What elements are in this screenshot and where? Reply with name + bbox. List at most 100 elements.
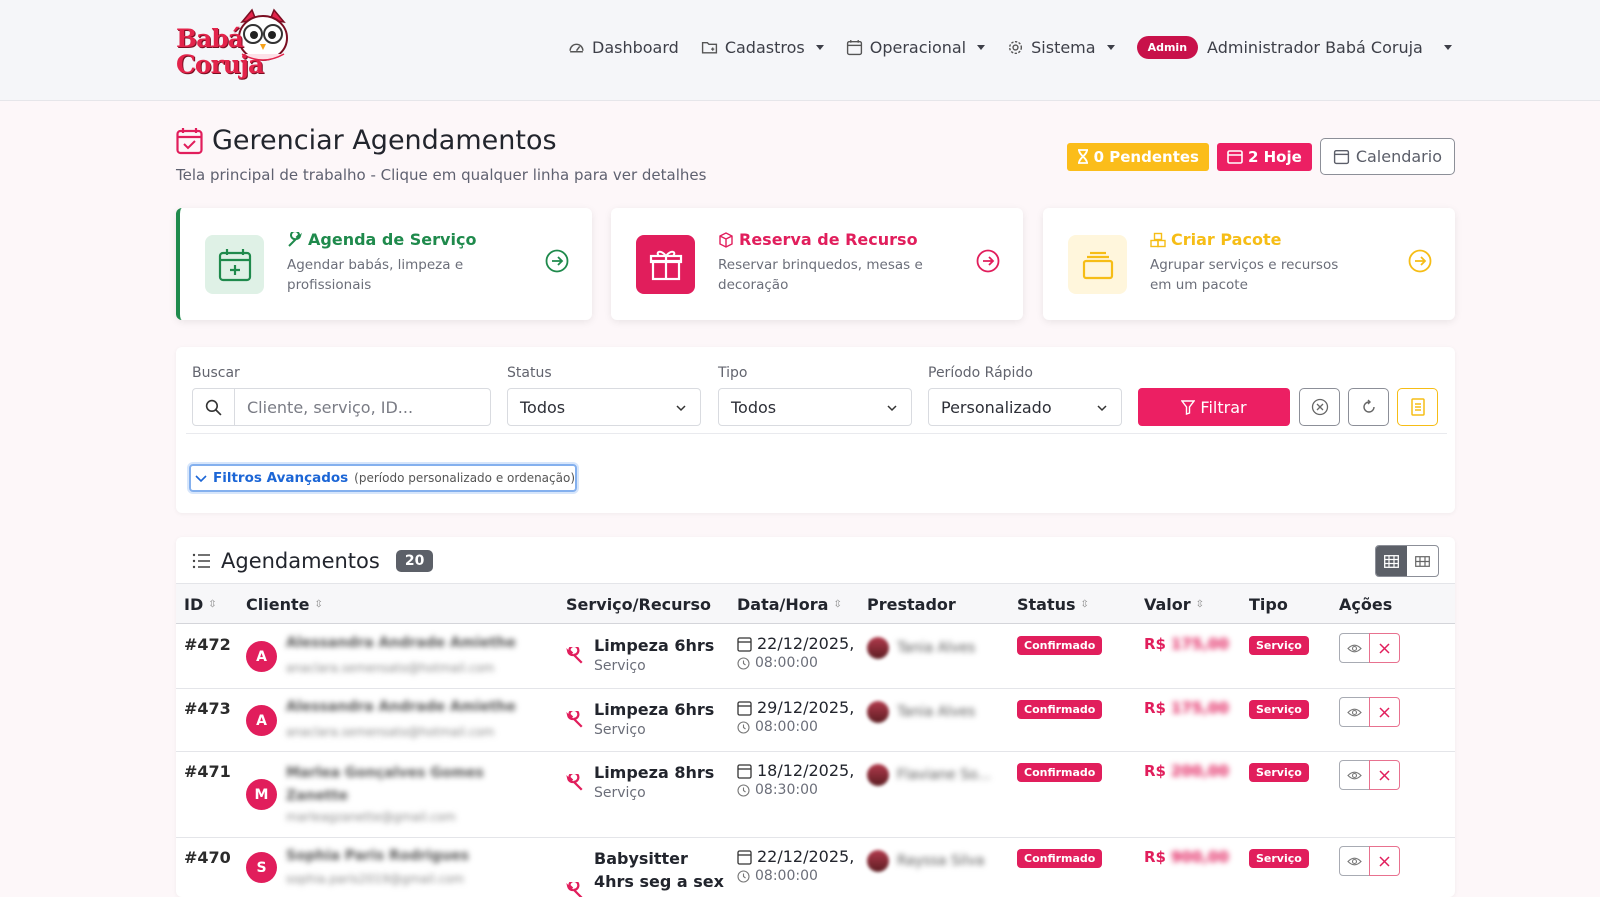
export-button[interactable]: [1397, 388, 1438, 426]
tipo-label: Tipo: [718, 365, 748, 381]
wrench-icon: [566, 647, 583, 664]
table-row[interactable]: #473 A Alessandra Andrade Amiethe anacla…: [176, 689, 1455, 752]
search-field[interactable]: [192, 388, 491, 426]
tipo-select[interactable]: Todos: [718, 388, 912, 426]
service-name: Limpeza 6hrs: [594, 700, 715, 719]
tipo-select-value: Todos: [731, 397, 777, 417]
filter-button[interactable]: Filtrar: [1138, 388, 1290, 426]
status-select-value: Todos: [520, 397, 566, 417]
funnel-icon: [1181, 399, 1196, 415]
view-button[interactable]: [1339, 846, 1370, 876]
periodo-select[interactable]: Personalizado: [928, 388, 1122, 426]
status-label: Status: [507, 365, 552, 381]
wrench-icon: [566, 882, 583, 897]
service-cell: Limpeza 6hrs Serviço: [594, 698, 714, 738]
advanced-filters-toggle[interactable]: Filtros Avançados (período personalizado…: [189, 464, 577, 492]
nav-operacional[interactable]: Operacional: [846, 38, 986, 57]
table-row[interactable]: #471 M Marlea Gonçalves Gomes Zanette ma…: [176, 752, 1455, 838]
appointments-card: Agendamentos 20 ID ⇳ Cliente ⇳ Serviço/Rec…: [176, 537, 1455, 897]
value-cell: R$ 900,00: [1144, 848, 1229, 866]
nav-dashboard[interactable]: Dashboard: [568, 38, 679, 57]
view-button[interactable]: [1339, 697, 1370, 727]
col-acoes-label: Ações: [1339, 595, 1393, 614]
col-cliente[interactable]: Cliente ⇳: [246, 595, 323, 614]
nav-sistema[interactable]: Sistema: [1007, 38, 1115, 57]
row-date: 22/12/2025,: [757, 847, 855, 866]
clear-filters-button[interactable]: [1299, 388, 1340, 426]
chevron-down-icon: [676, 405, 686, 412]
filters-panel: Buscar Status Todos Tipo Todos Período R…: [176, 347, 1455, 513]
appointments-header: Agendamentos 20: [192, 549, 434, 573]
client-email: anaclara.semensato@hotmail.com: [286, 725, 495, 739]
provider-avatar: [867, 701, 889, 723]
quick-card-service-title-text: Agenda de Serviço: [308, 230, 477, 249]
quick-card-package[interactable]: Criar Pacote Agrupar serviços e recursos…: [1043, 208, 1455, 320]
nav-cadastros[interactable]: Cadastros: [701, 38, 824, 57]
delete-button[interactable]: [1369, 633, 1400, 663]
folder-icon: [701, 42, 717, 54]
value-amount: 900,00: [1171, 848, 1229, 866]
search-input[interactable]: [235, 389, 490, 425]
grid-view-button[interactable]: [1407, 546, 1438, 576]
row-time: 08:00:00: [755, 655, 818, 671]
row-time: 08:00:00: [755, 719, 818, 735]
view-button[interactable]: [1339, 760, 1370, 790]
provider-cell: Rayssa Silva: [867, 850, 984, 872]
table-row[interactable]: #472 A Alessandra Andrade Amiethe anacla…: [176, 625, 1455, 689]
view-toggle: [1375, 545, 1439, 577]
service-type: Serviço: [594, 785, 646, 801]
avatar: A: [246, 641, 277, 672]
avatar: A: [246, 705, 277, 736]
layers-icon: [1068, 235, 1127, 294]
currency: R$: [1144, 635, 1166, 653]
header-actions: 0 Pendentes 2 Hoje Calendario: [1066, 138, 1455, 175]
arrow-right-circle-icon: [976, 249, 1000, 273]
pending-badge[interactable]: 0 Pendentes: [1066, 142, 1209, 171]
quick-card-package-title-text: Criar Pacote: [1171, 230, 1282, 249]
value-cell: R$ 200,00: [1144, 762, 1229, 780]
chevron-down-icon: [195, 475, 207, 483]
filters-divider: [186, 433, 1447, 434]
delete-button[interactable]: [1369, 846, 1400, 876]
col-valor[interactable]: Valor ⇳: [1144, 595, 1204, 614]
user-menu[interactable]: Administrador Babá Coruja: [1207, 38, 1452, 57]
table-view-button[interactable]: [1376, 546, 1407, 576]
datetime-cell: 22/12/2025, 08:00:00: [737, 634, 854, 671]
logo[interactable]: Babá Coruja: [174, 8, 296, 92]
row-actions: [1339, 633, 1400, 663]
table-icon: [1384, 554, 1399, 568]
col-acoes: Ações: [1339, 595, 1392, 614]
col-status[interactable]: Status ⇳: [1017, 595, 1089, 614]
table-row[interactable]: #470 S Sophia Paris Rodrigues sophia.par…: [176, 838, 1455, 897]
quick-card-resource[interactable]: Reserva de Recurso Reservar brinquedos, …: [611, 208, 1023, 320]
view-button[interactable]: [1339, 633, 1370, 663]
calendar-button[interactable]: Calendario: [1319, 138, 1455, 175]
col-id-label: ID: [184, 595, 204, 614]
hourglass-icon: [1077, 149, 1088, 164]
col-datahora[interactable]: Data/Hora ⇳: [737, 595, 842, 614]
status-select[interactable]: Todos: [507, 388, 701, 426]
client-name: Alessandra Andrade Amiethe: [286, 699, 516, 715]
col-datahora-label: Data/Hora: [737, 595, 829, 614]
clock-icon: [737, 656, 750, 670]
today-badge[interactable]: 2 Hoje: [1216, 142, 1312, 171]
col-id[interactable]: ID ⇳: [184, 595, 217, 614]
currency: R$: [1144, 848, 1166, 866]
quick-card-resource-desc: Reservar brinquedos, mesas e decoração: [718, 257, 923, 293]
document-icon: [1410, 398, 1425, 416]
client-email: marleagzanette@gmail.com: [286, 810, 456, 824]
search-label: Buscar: [192, 365, 240, 381]
delete-button[interactable]: [1369, 697, 1400, 727]
clock-icon: [737, 869, 750, 883]
quick-card-service[interactable]: Agenda de Serviço Agendar babás, limpeza…: [176, 208, 592, 320]
periodo-select-value: Personalizado: [941, 397, 1052, 417]
row-date: 22/12/2025,: [757, 634, 855, 653]
service-cell: Limpeza 6hrs Serviço: [594, 634, 714, 674]
service-name: Limpeza 8hrs: [594, 763, 715, 782]
refresh-button[interactable]: [1348, 388, 1389, 426]
caret-down-icon: [977, 45, 986, 50]
service-type: Serviço: [594, 658, 646, 674]
delete-button[interactable]: [1369, 760, 1400, 790]
col-servico: Serviço/Recurso: [566, 595, 711, 614]
row-time: 08:30:00: [755, 782, 818, 798]
